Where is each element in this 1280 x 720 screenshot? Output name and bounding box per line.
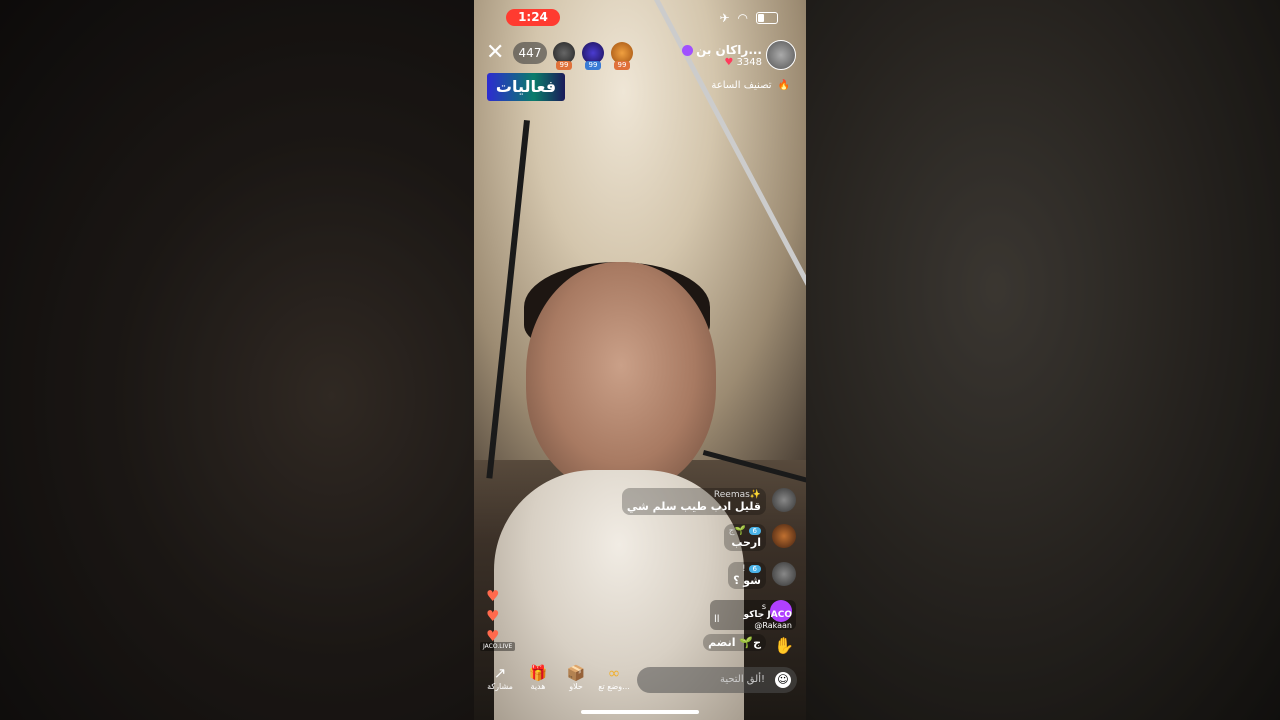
share-button[interactable]: ↗ مشاركة bbox=[482, 664, 518, 696]
comment-text: ارحب bbox=[731, 536, 761, 549]
home-indicator[interactable] bbox=[581, 710, 699, 714]
heart-icon: ♥ bbox=[486, 607, 500, 625]
comment-user: ! bbox=[742, 564, 746, 574]
blurred-background-left bbox=[0, 0, 474, 720]
top-gifter-avatar[interactable]: 99 bbox=[553, 42, 575, 70]
watermark: JACO.LIVE bbox=[480, 642, 516, 651]
gifter-badge: 99 bbox=[614, 61, 630, 70]
flame-icon: 🔥 bbox=[777, 80, 790, 91]
comment-text: قليل ادب طيب سلم شي bbox=[626, 500, 761, 513]
host-info: راكان بن... ♥ 3348 bbox=[682, 43, 762, 68]
top-gifter-avatar[interactable]: 99 bbox=[611, 42, 633, 70]
viewer-count[interactable]: 447 bbox=[513, 42, 547, 64]
host-avatar[interactable] bbox=[766, 40, 796, 70]
avatar[interactable] bbox=[772, 488, 796, 512]
box-icon: 📦 bbox=[566, 664, 586, 682]
jaco-user: جاكو JACO bbox=[743, 610, 792, 620]
comment-user: Reemas✨ bbox=[713, 490, 761, 500]
gift-button[interactable]: 🎁 هدية bbox=[520, 664, 556, 696]
box-button[interactable]: 📦 حلاو bbox=[558, 664, 594, 696]
activities-banner[interactable]: فعاليات bbox=[487, 73, 565, 101]
avatar[interactable] bbox=[772, 562, 796, 586]
host-name: راكان بن... bbox=[696, 42, 762, 57]
comment-user: ج🌱 bbox=[728, 526, 746, 536]
list-item: ج🌱 6 ارحب bbox=[723, 524, 796, 551]
host-card[interactable]: راكان بن... ♥ 3348 bbox=[682, 40, 796, 70]
gift-icon: 🎁 bbox=[528, 664, 548, 682]
hour-ranking-label: تصنيف الساعة bbox=[711, 80, 772, 91]
top-gifter-avatar[interactable]: 99 bbox=[582, 42, 604, 70]
status-icons: ✈ ◠ bbox=[719, 11, 778, 25]
avatar[interactable] bbox=[772, 524, 796, 548]
emoji-icon[interactable]: ☺ bbox=[775, 672, 791, 688]
verified-icon bbox=[682, 44, 694, 56]
level-badge: 6 bbox=[748, 565, 761, 573]
box-label: حلاو bbox=[569, 682, 583, 691]
wave-icon[interactable]: ✋ bbox=[774, 636, 794, 655]
comment-placeholder: ألق التحية! bbox=[719, 674, 765, 685]
jaco-promo-panel[interactable]: s جاكو JACO @Rakaan ll bbox=[710, 600, 796, 630]
stream-person bbox=[526, 262, 716, 492]
comment-user: ج🌱 bbox=[739, 636, 761, 649]
level-badge: 6 bbox=[748, 527, 761, 535]
gifter-badge: 99 bbox=[585, 61, 601, 70]
comment-text: شو ؟ bbox=[733, 574, 761, 587]
status-bar: 1:24 ✈ ◠ bbox=[474, 9, 806, 29]
wifi-icon: ◠ bbox=[737, 11, 748, 25]
airplane-icon: ✈ bbox=[719, 11, 730, 25]
bottom-toolbar: ↗ مشاركة 🎁 هدية 📦 حلاو ∞ وضع تع... bbox=[482, 664, 632, 696]
floating-hearts: ♥ ♥ ♥ bbox=[486, 586, 499, 646]
gifter-badge: 99 bbox=[556, 61, 572, 70]
host-likes: 3348 bbox=[736, 56, 762, 68]
comment-input[interactable]: ألق التحية! ☺ bbox=[637, 667, 797, 693]
battery-icon bbox=[756, 12, 778, 24]
mode-label: وضع تع... bbox=[598, 682, 630, 691]
heart-icon: ♥ bbox=[486, 587, 500, 605]
blurred-background-right bbox=[806, 0, 1280, 720]
gift-label: هدية bbox=[530, 682, 546, 691]
link-icon: ∞ bbox=[607, 664, 621, 682]
status-time: 1:24 bbox=[506, 9, 560, 26]
hour-ranking[interactable]: تصنيف الساعة 🔥 bbox=[711, 80, 790, 91]
comment-text: انضم bbox=[708, 636, 736, 649]
list-item: ج🌱 انضم bbox=[703, 634, 766, 651]
list-item: ! 6 شو ؟ bbox=[728, 562, 796, 589]
list-item: Reemas✨ قليل ادب طيب سلم شي bbox=[621, 488, 796, 515]
share-label: مشاركة bbox=[487, 682, 513, 691]
mode-button[interactable]: ∞ وضع تع... bbox=[596, 664, 632, 696]
share-icon: ↗ bbox=[493, 664, 507, 682]
jaco-handle: @Rakaan bbox=[754, 621, 792, 630]
pause-icon[interactable]: ll bbox=[714, 614, 720, 625]
close-icon[interactable]: ✕ bbox=[486, 42, 504, 64]
live-stream-screen: 1:24 ✈ ◠ ✕ 447 99 99 99 فعاليات راكان بن… bbox=[474, 0, 806, 720]
heart-icon: ♥ bbox=[724, 56, 734, 68]
